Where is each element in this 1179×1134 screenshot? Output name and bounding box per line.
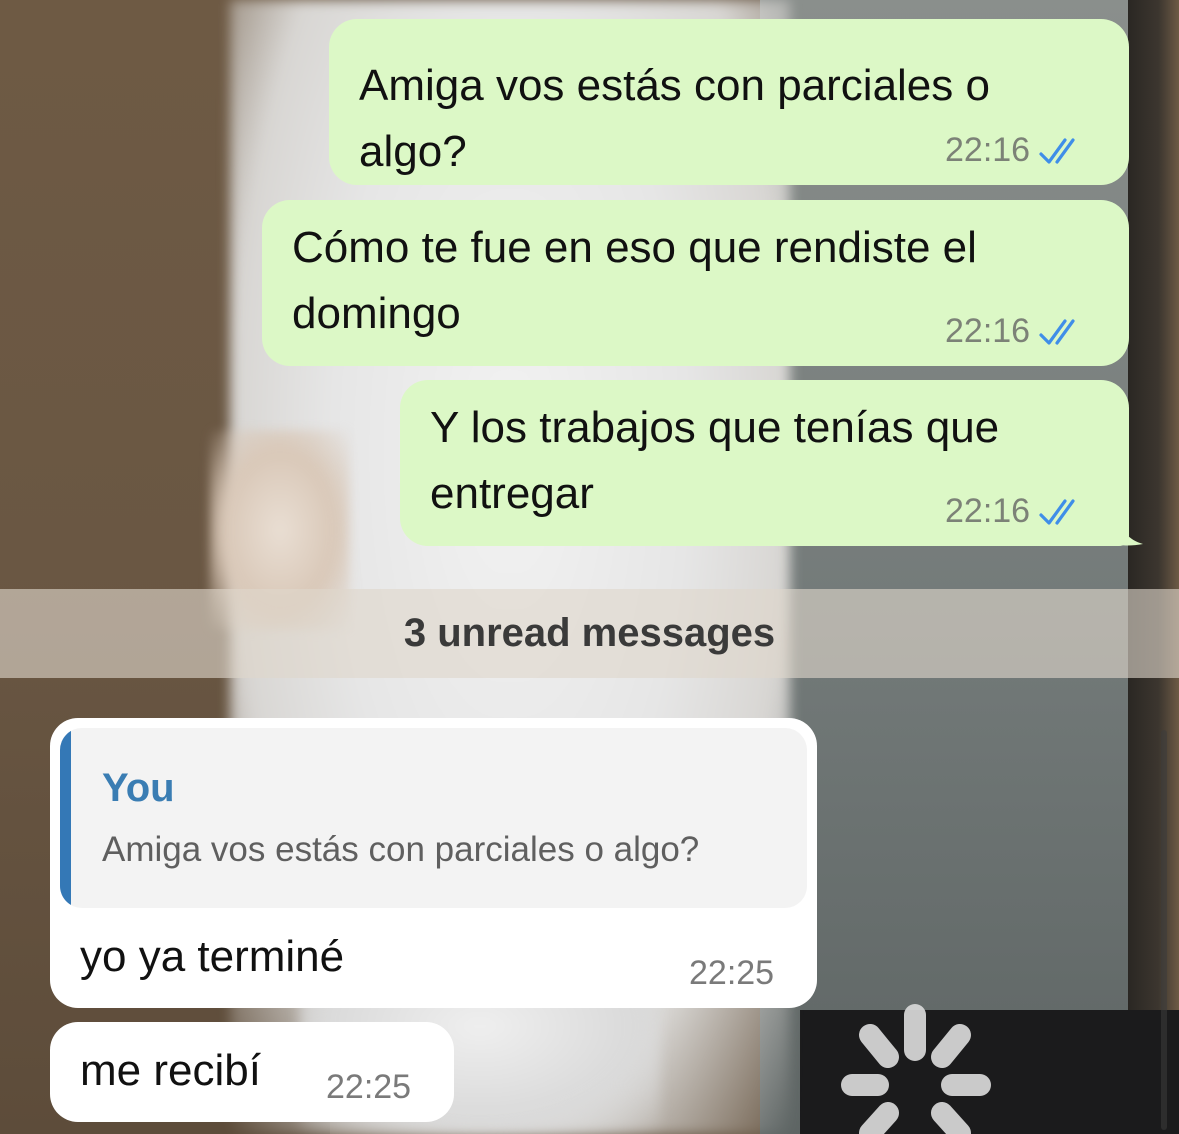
message-text-line: Y los trabajos que tenías que <box>430 403 1000 452</box>
message-time: 22:25 <box>326 1068 412 1106</box>
quote-text: Amiga vos estás con parciales o algo? <box>102 830 700 869</box>
bubble-tail <box>1115 510 1143 546</box>
scrollbar[interactable] <box>1161 730 1167 1130</box>
message-text-line: Cómo te fue en eso que rendiste el <box>292 223 977 272</box>
chat-thread[interactable]: Amiga vos estás con parciales o algo? 22… <box>0 0 1179 1134</box>
message-meta: 22:16 <box>945 131 1084 170</box>
message-text: yo ya terminé <box>80 932 345 981</box>
unread-messages-divider: 3 unread messages <box>0 589 1179 678</box>
message-text-line: algo? <box>359 127 467 176</box>
message-time: 22:16 <box>945 131 1031 169</box>
double-check-icon <box>1039 318 1075 345</box>
message-meta: 22:25 <box>326 1068 411 1107</box>
message-time: 22:16 <box>945 312 1031 350</box>
double-check-icon <box>1039 498 1075 525</box>
message-text: me recibí <box>80 1046 261 1095</box>
outgoing-message[interactable]: Cómo te fue en eso que rendiste el domin… <box>262 200 1129 366</box>
message-meta: 22:16 <box>945 492 1084 531</box>
message-time: 22:16 <box>945 492 1031 530</box>
message-text-line: entregar <box>430 469 594 518</box>
message-meta: 22:16 <box>945 312 1084 351</box>
message-text-line: Amiga vos estás con parciales o <box>359 61 990 110</box>
message-meta: 22:25 <box>689 954 774 993</box>
quoted-reply[interactable]: You Amiga vos estás con parciales o algo… <box>60 728 807 908</box>
message-time: 22:25 <box>689 954 775 992</box>
outgoing-message[interactable]: Y los trabajos que tenías que entregar 2… <box>400 380 1129 546</box>
message-text-line: domingo <box>292 289 461 338</box>
outgoing-message[interactable]: Amiga vos estás con parciales o algo? 22… <box>329 19 1129 185</box>
unread-messages-label: 3 unread messages <box>403 611 776 655</box>
double-check-icon <box>1039 137 1075 164</box>
quote-accent-bar <box>60 728 71 908</box>
quote-author: You <box>102 766 175 810</box>
